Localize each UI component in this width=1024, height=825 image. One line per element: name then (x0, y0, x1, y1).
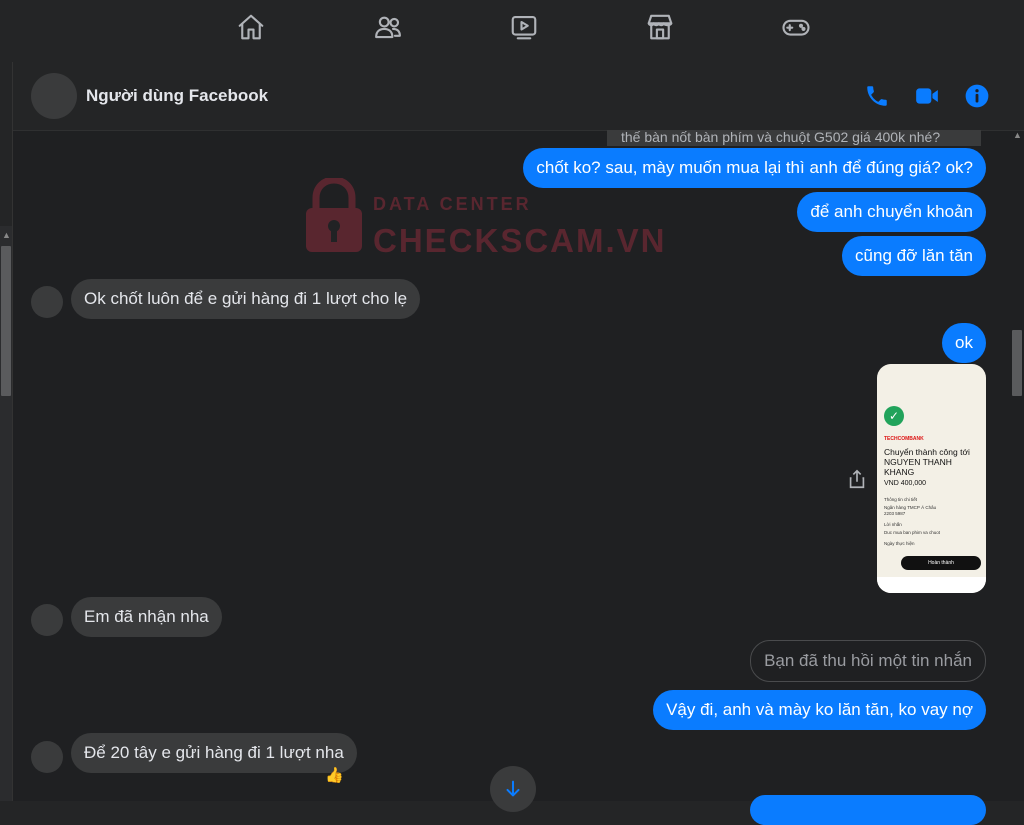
message-outgoing[interactable]: để anh chuyển khoản (797, 192, 986, 232)
watermark-title: CHECKSCAM.VN (373, 222, 667, 259)
video-call-icon[interactable] (911, 80, 943, 112)
gaming-icon[interactable] (776, 10, 816, 44)
sender-avatar[interactable] (31, 604, 63, 636)
scroll-to-bottom-button[interactable] (490, 766, 536, 812)
watermark: DATA CENTER CHECKSCAM.VN (304, 176, 665, 259)
message-outgoing[interactable]: ok (942, 323, 986, 363)
checkmark-icon: ✓ (884, 406, 904, 426)
message-incoming[interactable]: Em đã nhận nha (71, 597, 222, 637)
message-partial: thế bàn nốt bàn phím và chuột G502 giá 4… (607, 130, 981, 146)
contact-name[interactable]: Người dùng Facebook (86, 86, 268, 106)
share-icon[interactable] (846, 468, 868, 490)
receipt-note-label: Lời nhắn (884, 522, 902, 527)
receipt-bank: TECHCOMBANK (884, 436, 924, 442)
message-incoming[interactable]: Để 20 tây e gửi hàng đi 1 lượt nha (71, 733, 357, 773)
receipt-amount: VND 400,000 (884, 480, 927, 487)
sender-avatar[interactable] (31, 741, 63, 773)
message-outgoing-partial[interactable] (750, 795, 986, 825)
home-icon[interactable] (231, 10, 271, 44)
image-attachment[interactable]: ✓ TECHCOMBANK Chuyển thành công tới NGUY… (877, 364, 986, 593)
message-outgoing[interactable]: cũng đỡ lăn tăn (842, 236, 986, 276)
marketplace-icon[interactable] (640, 10, 680, 44)
right-scroll-thumb[interactable] (1012, 330, 1022, 396)
watermark-subtitle: DATA CENTER (373, 194, 532, 214)
arrow-down-icon (506, 780, 520, 797)
padlock-icon (306, 176, 362, 252)
message-recalled: Bạn đã thu hồi một tin nhắn (750, 640, 986, 682)
receipt-note: Duc mua ban phim va chuot (884, 530, 941, 535)
scroll-up-arrow-icon[interactable]: ▲ (1013, 130, 1022, 140)
chat-header: Người dùng Facebook (13, 62, 1024, 131)
watch-icon[interactable] (504, 10, 544, 44)
friends-icon[interactable] (368, 10, 408, 44)
top-navigation (0, 0, 1024, 58)
contact-avatar[interactable] (31, 73, 77, 119)
phone-navbar (877, 577, 986, 593)
right-scrollbar[interactable]: ▲ (1010, 130, 1024, 801)
left-scroll-thumb[interactable] (1, 246, 11, 396)
sender-avatar[interactable] (31, 286, 63, 318)
left-scrollbar[interactable]: ▲ (0, 226, 12, 801)
receipt-detail-label: Thông tin chi tiết (884, 497, 918, 502)
receipt-title: Chuyển thành công tới NGUYEN THANH KHANG (884, 447, 970, 477)
scroll-up-arrow-icon[interactable]: ▲ (2, 230, 11, 240)
message-outgoing[interactable]: chốt ko? sau, mày muốn mua lại thì anh đ… (523, 148, 986, 188)
receipt-account: 2203 5987 (884, 511, 906, 516)
message-outgoing[interactable]: Vậy đi, anh và mày ko lăn tăn, ko vay nợ (653, 690, 986, 730)
receipt-date-label: Ngày thực hiện (884, 541, 915, 546)
receipt-done-button: Hoàn thành (901, 556, 981, 570)
info-icon[interactable] (961, 80, 993, 112)
thumbs-up-reaction-icon[interactable]: 👍 (325, 766, 344, 784)
message-incoming[interactable]: Ok chốt luôn để e gửi hàng đi 1 lượt cho… (71, 279, 421, 319)
phone-call-icon[interactable] (861, 80, 893, 112)
